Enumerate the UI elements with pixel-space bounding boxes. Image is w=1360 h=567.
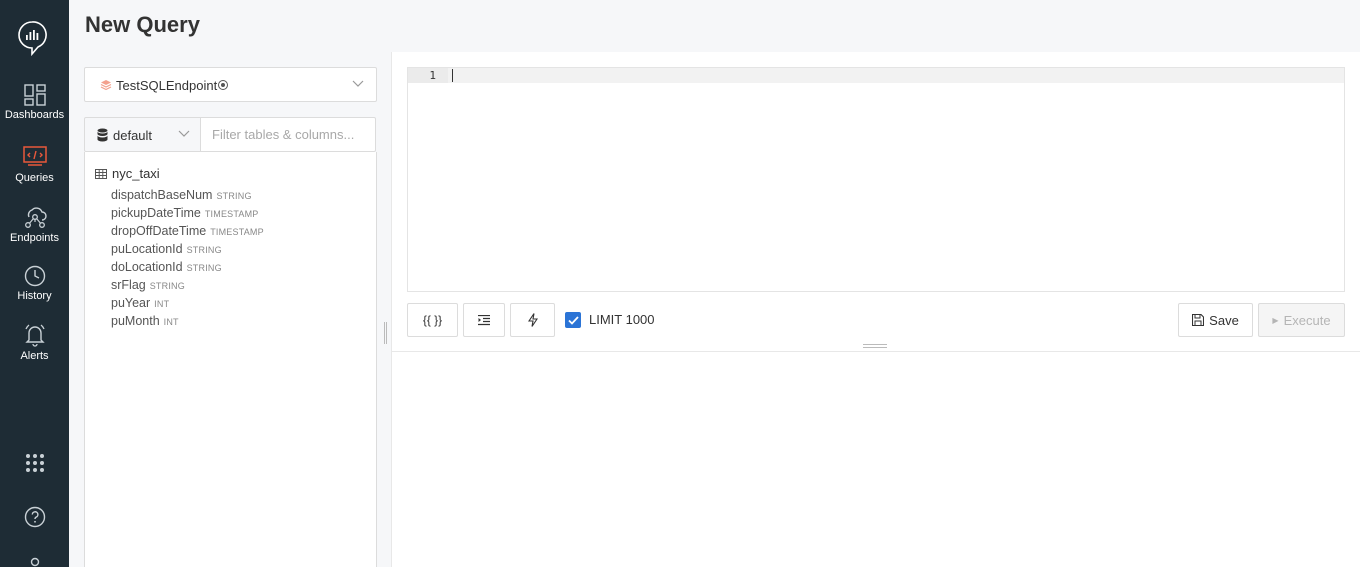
schema-panel: TestSQLEndpoint default nyc_taxi [69, 52, 391, 567]
column-item[interactable]: puLocationId STRING [111, 240, 264, 258]
save-button[interactable]: Save [1178, 303, 1253, 337]
endpoint-name: TestSQLEndpoint [116, 78, 218, 93]
chevron-down-icon [352, 80, 364, 87]
schema-browser: nyc_taxi dispatchBaseNum STRING pickupDat… [84, 152, 377, 567]
endpoint-select[interactable]: TestSQLEndpoint [84, 67, 377, 102]
database-icon [97, 128, 108, 142]
sidebar-item-label: Alerts [20, 350, 49, 362]
sidebar-item-dashboards[interactable]: Dashboards [0, 84, 69, 121]
dashboards-icon [23, 84, 46, 106]
column-item[interactable]: dropOffDateTime TIMESTAMP [111, 222, 264, 240]
column-type: STRING [186, 263, 222, 273]
database-select[interactable]: default [84, 117, 201, 152]
sidebar-item-alerts[interactable]: Alerts [0, 323, 69, 362]
column-item[interactable]: doLocationId STRING [111, 258, 264, 276]
sidebar-item-label: Dashboards [4, 109, 65, 121]
column-type: TIMESTAMP [210, 227, 264, 237]
database-filter-row: default [84, 117, 376, 152]
endpoint-status-icon [218, 80, 228, 90]
play-icon: ▶ [1272, 315, 1279, 325]
app-logo-icon[interactable] [17, 20, 47, 57]
floppy-disk-icon [1192, 314, 1205, 326]
editor-gutter: 1 [408, 68, 448, 83]
history-icon [24, 265, 45, 287]
database-name: default [113, 128, 153, 143]
column-type: INT [154, 299, 170, 309]
column-type: TIMESTAMP [204, 209, 259, 219]
help-icon[interactable] [0, 506, 69, 528]
lightning-icon [527, 313, 538, 327]
endpoint-cube-icon [100, 80, 112, 91]
checkmark-icon [567, 315, 579, 325]
format-query-button[interactable] [463, 303, 505, 337]
filter-tables-input[interactable] [200, 117, 376, 152]
line-number: 1 [429, 69, 436, 82]
execute-button[interactable]: ▶ Execute [1258, 303, 1345, 337]
page-header: New Query [69, 0, 1360, 52]
active-line-highlight [448, 68, 1344, 83]
column-type: STRING [216, 191, 252, 201]
chevron-down-icon [178, 130, 190, 137]
queries-icon [22, 146, 47, 166]
limit-checkbox[interactable] [565, 312, 581, 328]
parameter-braces-label: {{ }} [422, 313, 443, 327]
sidebar-item-endpoints[interactable]: Endpoints [0, 205, 69, 244]
autocomplete-toggle-button[interactable] [510, 303, 555, 337]
table-icon [95, 168, 107, 179]
add-parameter-button[interactable]: {{ }} [407, 303, 458, 337]
apps-grid-icon[interactable] [0, 453, 69, 473]
text-cursor [452, 69, 453, 82]
execute-label: Execute [1283, 312, 1331, 328]
sidebar: Dashboards Queries Endpoints History Ale… [0, 0, 69, 567]
column-type: STRING [149, 281, 185, 291]
column-item[interactable]: puYear INT [111, 294, 264, 312]
sidebar-item-history[interactable]: History [0, 265, 69, 302]
column-item[interactable]: srFlag STRING [111, 276, 264, 294]
column-list: dispatchBaseNum STRING pickupDateTime TIME… [111, 186, 264, 330]
results-divider [392, 351, 1360, 352]
sidebar-item-label: History [17, 290, 52, 302]
sidebar-item-label: Queries [15, 172, 54, 184]
save-label: Save [1209, 312, 1239, 328]
column-item[interactable]: puMonth INT [111, 312, 264, 330]
table-item[interactable]: nyc_taxi [95, 166, 160, 181]
alerts-icon [24, 324, 45, 347]
column-type: STRING [186, 245, 222, 255]
query-editor[interactable]: 1 [407, 67, 1345, 292]
panel-divider [391, 52, 392, 567]
results-resize-handle[interactable] [863, 344, 887, 348]
indent-icon [478, 314, 490, 325]
endpoints-icon [24, 207, 47, 228]
limit-label[interactable]: LIMIT 1000 [589, 312, 655, 327]
page-title: New Query [85, 12, 200, 37]
sidebar-item-label: Endpoints [10, 232, 59, 244]
column-item[interactable]: pickupDateTime TIMESTAMP [111, 204, 264, 222]
user-icon[interactable] [0, 557, 69, 567]
sidebar-item-queries[interactable]: Queries [0, 145, 69, 184]
panel-resize-handle[interactable] [384, 322, 387, 344]
table-name: nyc_taxi [112, 166, 160, 181]
column-item[interactable]: dispatchBaseNum STRING [111, 186, 264, 204]
column-type: INT [163, 317, 179, 327]
